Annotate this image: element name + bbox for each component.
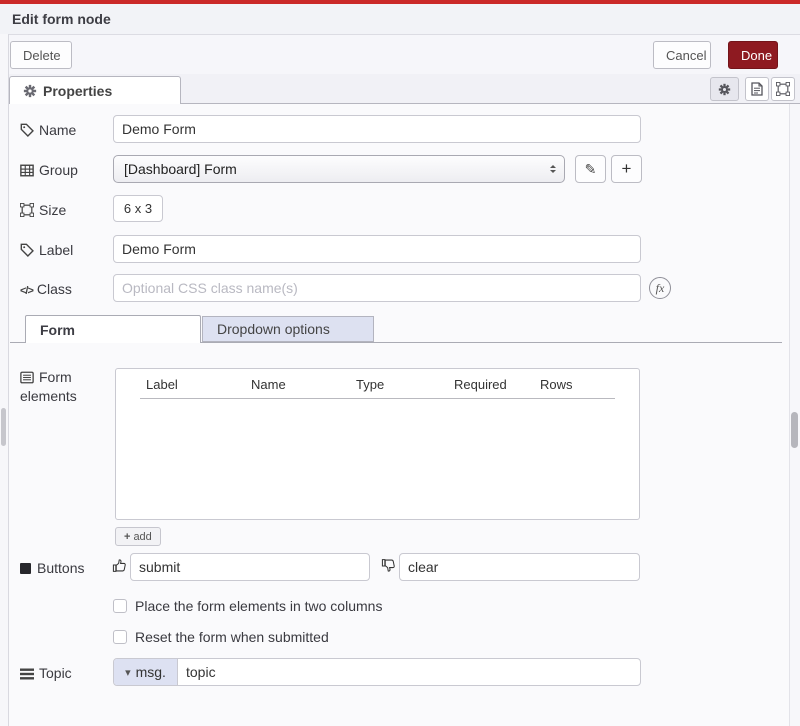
form-elements-table[interactable]: Label Name Type Required Rows xyxy=(115,368,640,520)
msg-prefix-label: msg. xyxy=(136,664,166,680)
add-group-button[interactable]: + xyxy=(611,155,642,183)
buttons-label-text: Buttons xyxy=(37,560,84,576)
column-header-name: Name xyxy=(251,377,356,392)
dialog-header: Edit form node xyxy=(0,4,800,35)
name-field-label: Name xyxy=(20,121,108,140)
reset-form-checkbox-row[interactable]: Reset the form when submitted xyxy=(113,629,329,645)
topic-field-label: Topic xyxy=(20,664,108,683)
table-icon xyxy=(20,164,34,177)
checkbox-icon[interactable] xyxy=(113,630,127,644)
group-field-label: Group xyxy=(20,161,108,180)
tag-icon xyxy=(20,123,34,137)
class-input[interactable] xyxy=(113,274,641,302)
tab-dropdown-options[interactable]: Dropdown options xyxy=(202,316,374,342)
vertical-scrollbar[interactable] xyxy=(789,104,800,726)
label-input[interactable] xyxy=(113,235,641,263)
group-label-text: Group xyxy=(39,162,78,178)
thumbs-down-icon xyxy=(381,558,396,578)
submit-button-text-input[interactable] xyxy=(130,553,370,581)
group-selected-value: [Dashboard] Form xyxy=(124,161,237,177)
name-label-text: Name xyxy=(39,122,76,138)
expression-fx-button[interactable]: fx xyxy=(649,277,671,299)
square-icon xyxy=(20,563,31,574)
column-header-type: Type xyxy=(356,377,454,392)
select-arrows-icon xyxy=(550,162,556,176)
form-elements-table-header: Label Name Type Required Rows xyxy=(140,377,615,399)
reset-form-checkbox-label: Reset the form when submitted xyxy=(135,629,329,645)
size-button[interactable]: 6 x 3 xyxy=(113,195,163,222)
column-header-required: Required xyxy=(454,377,540,392)
class-field-label: </> Class xyxy=(20,280,108,301)
two-columns-checkbox-row[interactable]: Place the form elements in two columns xyxy=(113,598,382,614)
button-toolbar: Delete Cancel Done xyxy=(0,35,800,74)
code-icon: </> xyxy=(20,285,33,297)
form-elements-field-label: Form elements xyxy=(20,368,108,406)
tray-resize-handle[interactable] xyxy=(0,34,9,726)
appearance-button[interactable] xyxy=(771,77,795,101)
cancel-button[interactable]: Cancel xyxy=(653,41,711,69)
edit-group-button[interactable]: ✎ xyxy=(575,155,606,183)
tag-icon xyxy=(20,243,34,257)
edit-form-node-dialog: Edit form node Delete Cancel Done Proper… xyxy=(0,0,800,726)
label-label-text: Label xyxy=(39,242,73,258)
column-header-label: Label xyxy=(146,377,251,392)
size-label-text: Size xyxy=(39,202,66,218)
size-field-label: Size xyxy=(20,201,108,220)
tab-properties[interactable]: Properties xyxy=(9,76,181,104)
clear-button-text-input[interactable] xyxy=(399,553,640,581)
topic-typed-input: ▾ msg. xyxy=(113,658,641,686)
tab-dropdown-options-label: Dropdown options xyxy=(217,321,330,337)
add-label-text: add xyxy=(133,531,151,543)
gear-icon xyxy=(718,83,731,96)
dialog-title: Edit form node xyxy=(12,11,111,27)
label-field-label: Label xyxy=(20,241,108,260)
document-icon xyxy=(751,82,763,96)
column-header-rows: Rows xyxy=(540,377,573,392)
editor-tabbar: Properties xyxy=(9,74,800,104)
topic-label-text: Topic xyxy=(39,665,72,681)
resize-grip[interactable] xyxy=(1,408,6,446)
bars-icon xyxy=(20,668,34,680)
msg-type-selector[interactable]: ▾ msg. xyxy=(114,659,178,685)
gear-icon xyxy=(23,84,37,98)
topic-input[interactable] xyxy=(178,659,640,685)
plus-icon: + xyxy=(124,531,130,543)
done-button[interactable]: Done xyxy=(728,41,778,69)
description-button[interactable] xyxy=(745,77,769,101)
two-columns-checkbox-label: Place the form elements in two columns xyxy=(135,598,382,614)
buttons-field-label: Buttons xyxy=(20,559,108,578)
checkbox-icon[interactable] xyxy=(113,599,127,613)
pencil-icon: ✎ xyxy=(585,161,597,178)
add-element-button[interactable]: +add xyxy=(115,527,161,546)
name-input[interactable] xyxy=(113,115,641,143)
properties-gear-button[interactable] xyxy=(710,77,739,101)
scrollbar-thumb[interactable] xyxy=(791,412,798,448)
class-label-text: Class xyxy=(37,281,72,297)
tab-properties-label: Properties xyxy=(43,83,112,99)
size-frame-icon xyxy=(20,203,34,217)
tab-form-label: Form xyxy=(40,322,75,338)
caret-down-icon: ▾ xyxy=(125,666,131,679)
selection-frame-icon xyxy=(776,82,790,96)
tab-form[interactable]: Form xyxy=(25,315,201,343)
group-select[interactable]: [Dashboard] Form xyxy=(113,155,565,183)
thumbs-up-icon xyxy=(112,558,127,578)
list-icon xyxy=(20,371,34,384)
delete-button[interactable]: Delete xyxy=(10,41,72,69)
plus-icon: + xyxy=(622,159,632,179)
